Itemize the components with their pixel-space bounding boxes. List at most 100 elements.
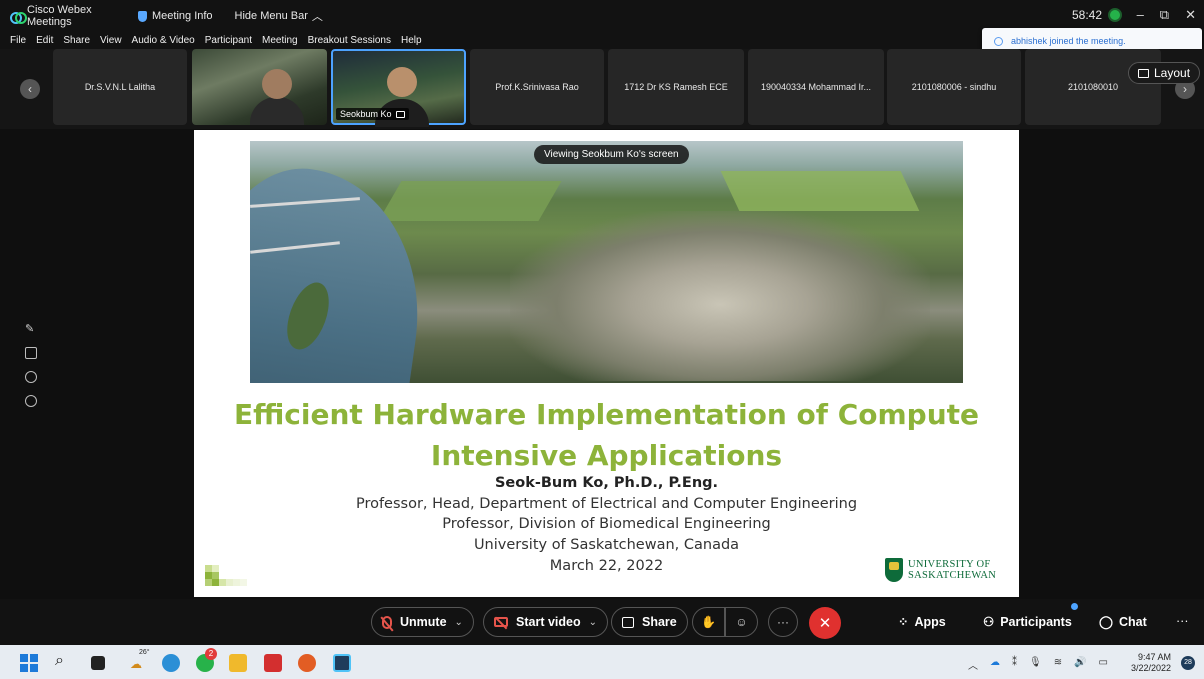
participants-button[interactable]: ⚇ Participants (983, 614, 1072, 630)
wifi-icon[interactable]: ≋ (1054, 657, 1062, 672)
emoji-icon: ☺ (735, 615, 748, 629)
taskbar-clock[interactable]: 9:47 AM 3/22/2022 (1131, 652, 1171, 674)
meeting-info-button[interactable]: Meeting Info (138, 10, 213, 22)
zoom-in-icon[interactable] (25, 371, 37, 383)
menu-file[interactable]: File (10, 35, 26, 46)
participant-name: 2101080006 - sindhu (911, 82, 997, 92)
participant-tile[interactable]: 2101080006 - sindhu (887, 49, 1021, 125)
edge-icon[interactable] (162, 654, 180, 672)
menu-edit[interactable]: Edit (36, 35, 53, 46)
menu-audio-video[interactable]: Audio & Video (132, 35, 195, 46)
participant-name: 2101080010 (1067, 82, 1119, 92)
apps-button[interactable]: ⁘ Apps (898, 614, 946, 630)
unmute-label: Unmute (400, 615, 447, 629)
pdf-reader-icon[interactable] (264, 654, 282, 672)
active-speaker-tile[interactable]: Seokbum Ko (331, 49, 466, 127)
status-avatar-icon[interactable] (1108, 8, 1123, 22)
meeting-controls: Unmute ⌄ Start video ⌄ Share ✋ ☺ ··· ✕ ⁘… (0, 599, 1204, 645)
unmute-button[interactable]: Unmute ⌄ (371, 607, 474, 637)
sharing-icon (395, 110, 405, 118)
layout-icon (1138, 68, 1149, 78)
more-options-button[interactable]: ··· (768, 607, 798, 637)
participant-tile[interactable]: 2101080010 (1025, 49, 1161, 125)
participant-tile[interactable]: 1712 Dr KS Ramesh ECE (608, 49, 744, 125)
weather-icon[interactable]: ☁ (130, 657, 142, 671)
volume-icon[interactable]: 🔊 (1074, 657, 1086, 672)
share-button[interactable]: Share (611, 607, 688, 637)
hide-menu-bar-button[interactable]: Hide Menu Bar ︿ (235, 8, 323, 24)
webex-taskbar-icon[interactable] (333, 654, 351, 672)
show-hidden-icon[interactable]: ︿ (968, 657, 978, 672)
menu-view[interactable]: View (100, 35, 122, 46)
start-video-label: Start video (516, 615, 581, 629)
speaker-name: Seokbum Ko (340, 109, 392, 119)
system-tray: ︿ ☁ ⁑ 🎙 ≋ 🔊 ▭ (968, 657, 1108, 672)
ellipsis-icon: ··· (777, 615, 789, 629)
notification-count[interactable]: 28 (1181, 656, 1195, 670)
fit-screen-icon[interactable] (25, 347, 37, 359)
info-icon (994, 36, 1003, 46)
menu-participant[interactable]: Participant (205, 35, 252, 46)
share-view-tools: ✎ (25, 322, 37, 407)
logo-line1: UNIVERSITY OF (908, 559, 991, 570)
join-notification-text: abhishek joined the meeting. (1011, 36, 1126, 46)
participant-video-tile[interactable] (192, 49, 327, 125)
chat-button[interactable]: ◯ Chat (1099, 614, 1147, 630)
participant-tile[interactable]: Prof.K.Srinivasa Rao (470, 49, 604, 125)
menu-help[interactable]: Help (401, 35, 422, 46)
powerpoint-icon[interactable] (298, 654, 316, 672)
menu-meeting[interactable]: Meeting (262, 35, 298, 46)
overflow-menu-icon[interactable]: ··· (1176, 614, 1189, 628)
share-label: Share (642, 615, 677, 629)
search-icon[interactable]: ⌕ (55, 652, 64, 670)
hand-icon: ✋ (701, 615, 716, 629)
window-controls: – ⧉ ✕ (1137, 7, 1196, 23)
restore-icon[interactable]: ⧉ (1160, 7, 1169, 23)
apps-icon: ⁘ (898, 615, 909, 629)
weather-temp: 26° (139, 649, 150, 656)
clock-date: 3/22/2022 (1131, 663, 1172, 673)
task-view-icon[interactable] (91, 656, 105, 670)
slide-line-position: Professor, Head, Department of Electrica… (355, 496, 858, 512)
slide-title: Efficient Hardware Implementation of Com… (194, 394, 1019, 476)
menu-share[interactable]: Share (63, 35, 90, 46)
hide-menu-bar-label: Hide Menu Bar (234, 10, 308, 22)
participant-name: Dr.S.V.N.L Lalitha (84, 82, 156, 92)
shield-icon (138, 10, 147, 22)
participants-alert-dot (1071, 603, 1078, 610)
end-meeting-button[interactable]: ✕ (809, 607, 841, 639)
close-icon[interactable]: ✕ (1185, 7, 1196, 23)
menu-breakout-sessions[interactable]: Breakout Sessions (308, 35, 391, 46)
battery-icon[interactable]: ▭ (1099, 657, 1108, 672)
slide-title-line2: Intensive Applications (430, 439, 783, 472)
slide-line-division: Professor, Division of Biomedical Engine… (442, 516, 771, 532)
participant-name: Prof.K.Srinivasa Rao (495, 82, 579, 92)
layout-label: Layout (1154, 66, 1191, 80)
windows-start-icon[interactable] (20, 654, 38, 672)
slide-author: Seok-Bum Ko, Ph.D., P.Eng. (494, 475, 719, 491)
reactions-button[interactable]: ☺ (725, 607, 758, 637)
chevron-down-icon[interactable]: ⌄ (455, 617, 463, 628)
field-area (720, 171, 920, 211)
minimize-icon[interactable]: – (1137, 7, 1144, 23)
slide-title-line1: Efficient Hardware Implementation of Com… (233, 398, 980, 431)
participant-tile[interactable]: 190040334 Mohammad Ir... (748, 49, 884, 125)
annotate-icon[interactable]: ✎ (25, 322, 37, 335)
dropbox-icon[interactable]: ⁑ (1012, 657, 1017, 672)
layout-button[interactable]: Layout (1128, 62, 1201, 84)
participant-tile[interactable]: Dr.S.V.N.L Lalitha (53, 49, 187, 125)
zoom-out-icon[interactable] (25, 395, 37, 407)
participant-name: 190040334 Mohammad Ir... (760, 82, 872, 92)
onedrive-icon[interactable]: ☁ (990, 657, 1000, 672)
file-explorer-icon[interactable] (229, 654, 247, 672)
microphone-icon[interactable]: 🎙 (1029, 657, 1042, 672)
strip-prev-icon[interactable]: ‹ (20, 79, 40, 99)
chevron-down-icon[interactable]: ⌄ (589, 617, 597, 628)
meeting-timer: 58:42 (1072, 8, 1123, 22)
university-logo: UNIVERSITY OF SASKATCHEWAN (885, 558, 996, 582)
participants-icon: ⚇ (983, 615, 995, 629)
raise-hand-button[interactable]: ✋ (692, 607, 725, 637)
camera-off-icon (494, 617, 508, 627)
start-video-button[interactable]: Start video ⌄ (483, 607, 608, 637)
apps-label: Apps (914, 614, 946, 629)
